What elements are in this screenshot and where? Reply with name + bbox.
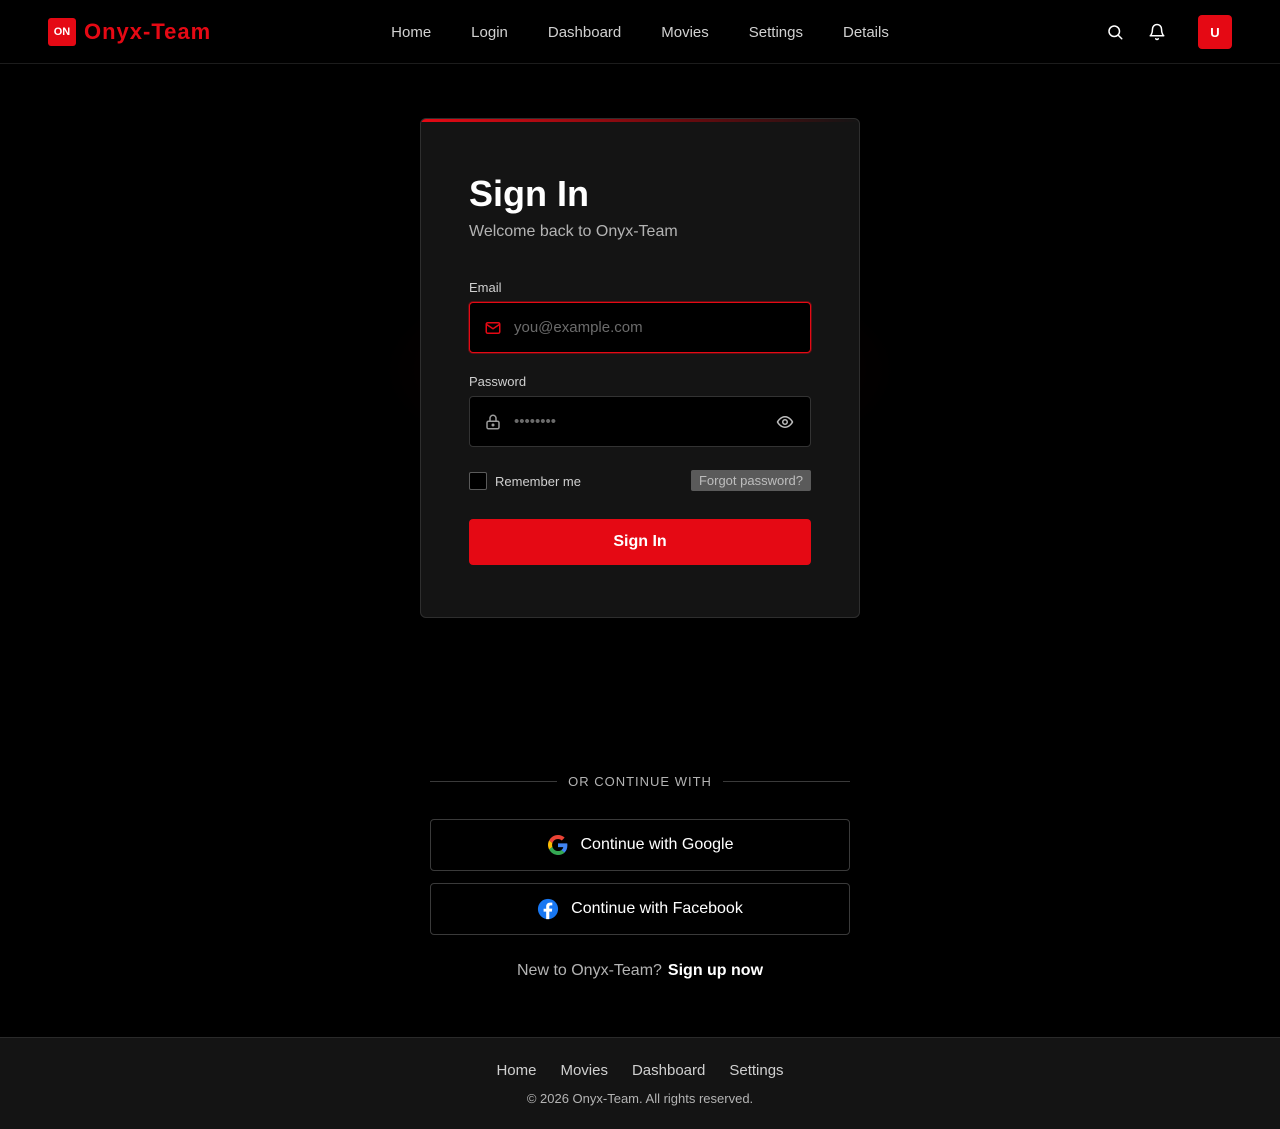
footer-link-home[interactable]: Home bbox=[496, 1062, 536, 1079]
divider-text: OR CONTINUE WITH bbox=[568, 774, 712, 789]
password-label: Password bbox=[469, 374, 527, 389]
signup-link[interactable]: Sign up now bbox=[668, 962, 763, 980]
eye-icon[interactable] bbox=[774, 412, 796, 432]
remember-me[interactable]: Remember me bbox=[469, 472, 581, 490]
signup-prompt-text: New to Onyx-Team? bbox=[516, 962, 662, 979]
divider-line-right bbox=[722, 781, 850, 782]
facebook-signin-button[interactable]: Continue with Facebook bbox=[430, 883, 850, 935]
nav-link-dashboard[interactable]: Dashboard bbox=[548, 24, 621, 41]
remember-me-label: Remember me bbox=[495, 473, 581, 489]
mail-icon bbox=[483, 318, 503, 338]
divider-line-left bbox=[430, 781, 557, 782]
copyright-text: © 2026 Onyx-Team. All rights reserved. bbox=[526, 1091, 754, 1106]
nav-link-movies[interactable]: Movies bbox=[661, 24, 709, 41]
signin-title: Sign In bbox=[469, 173, 589, 214]
facebook-icon bbox=[537, 898, 559, 920]
or-divider: OR CONTINUE WITH bbox=[430, 774, 850, 789]
card-accent-bar bbox=[421, 119, 859, 122]
signin-subtitle: Welcome back to Onyx-Team bbox=[469, 223, 678, 240]
email-label: Email bbox=[469, 280, 502, 295]
google-signin-button[interactable]: Continue with Google bbox=[430, 819, 850, 871]
password-input[interactable] bbox=[514, 397, 764, 446]
forgot-password-link[interactable]: Forgot password? bbox=[690, 470, 811, 491]
nav-actions: U bbox=[1090, 15, 1232, 49]
brand-name: Onyx-Team bbox=[84, 19, 212, 44]
lock-icon bbox=[483, 412, 503, 432]
footer: Home Movies Dashboard Settings © 2026 On… bbox=[0, 1037, 1280, 1129]
user-avatar[interactable]: U bbox=[1198, 15, 1232, 49]
search-icon[interactable] bbox=[1098, 15, 1132, 49]
signup-prompt: New to Onyx-Team? Sign up now bbox=[0, 962, 1280, 980]
remember-me-checkbox[interactable] bbox=[469, 472, 487, 490]
brand-badge: ON bbox=[48, 18, 76, 46]
email-field[interactable] bbox=[469, 302, 811, 353]
footer-link-dashboard[interactable]: Dashboard bbox=[632, 1062, 705, 1079]
brand-logo[interactable]: ON Onyx-Team bbox=[48, 18, 211, 46]
nav-link-details[interactable]: Details bbox=[843, 24, 889, 41]
google-button-label: Continue with Google bbox=[580, 836, 734, 853]
signin-card: Sign In Welcome back to Onyx-Team Email … bbox=[420, 118, 860, 618]
password-field[interactable] bbox=[469, 396, 811, 447]
email-input[interactable] bbox=[514, 303, 764, 352]
nav-link-home[interactable]: Home bbox=[391, 24, 431, 41]
google-icon bbox=[547, 834, 569, 856]
footer-link-movies[interactable]: Movies bbox=[560, 1062, 608, 1079]
bell-icon[interactable] bbox=[1140, 15, 1174, 49]
facebook-button-label: Continue with Facebook bbox=[571, 900, 743, 917]
nav-link-settings[interactable]: Settings bbox=[749, 24, 803, 41]
signin-button[interactable]: Sign In bbox=[469, 519, 811, 565]
footer-link-settings[interactable]: Settings bbox=[729, 1062, 783, 1079]
footer-nav: Home Movies Dashboard Settings bbox=[0, 1062, 1280, 1079]
nav-link-login[interactable]: Login bbox=[471, 24, 508, 41]
top-navbar: ON Onyx-Team Home Login Dashboard Movies… bbox=[0, 0, 1280, 64]
